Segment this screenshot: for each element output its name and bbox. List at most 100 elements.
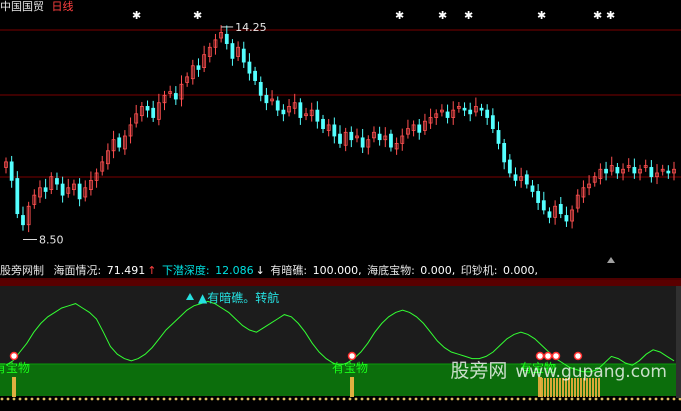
baseline-dot	[366, 397, 370, 401]
star-mark: ✱	[593, 9, 602, 22]
baseline-dot	[6, 397, 10, 401]
baseline-dot	[318, 397, 322, 401]
baseline-dot	[78, 397, 82, 401]
baseline-dot	[234, 397, 238, 401]
baseline-dot	[588, 397, 592, 401]
triangle-up-icon: ▲	[198, 291, 208, 305]
baseline-dot	[372, 397, 376, 401]
baseline-dot	[36, 397, 40, 401]
baseline-dot	[582, 397, 586, 401]
baseline-dot	[348, 397, 352, 401]
star-mark: ✱	[395, 9, 404, 22]
baseline-dot	[528, 397, 532, 401]
treasure-label: 有宝物	[0, 361, 30, 375]
baseline-dot	[126, 397, 130, 401]
indicator-label-0: 海面情况:	[53, 264, 102, 277]
baseline-dot	[342, 397, 346, 401]
indicator-value-3: 0.000,	[420, 264, 456, 277]
baseline-dot	[150, 397, 154, 401]
baseline-dot	[24, 397, 28, 401]
indicator-value-1: 12.086	[215, 264, 254, 277]
indicator-title: 股旁网制	[0, 264, 44, 277]
baseline-dot	[102, 397, 106, 401]
treasure-bar	[12, 377, 16, 397]
star-mark: ✱	[193, 9, 202, 22]
signal-text: 有暗礁。转航	[207, 291, 280, 305]
candle-body	[530, 185, 535, 192]
baseline-dot	[324, 397, 328, 401]
candle-body	[173, 93, 178, 100]
baseline-dot	[54, 397, 58, 401]
high-price-label: 14.25	[235, 21, 267, 34]
baseline-dot	[378, 397, 382, 401]
baseline-dot	[612, 397, 616, 401]
candle-body	[490, 115, 495, 130]
baseline-dot	[630, 397, 634, 401]
star-mark: ✱	[537, 9, 546, 22]
baseline-dot	[240, 397, 244, 401]
baseline-dot	[486, 397, 490, 401]
baseline-dot	[510, 397, 514, 401]
baseline-dot	[264, 397, 268, 401]
baseline-dot	[648, 397, 652, 401]
baseline-dot	[408, 397, 412, 401]
chart-stage: 14.25 8.50 ✱ ✱ ✱ ✱ ✱ ✱ ✱ ✱ 有宝物 有宝物 有宝物	[0, 0, 681, 407]
candle-body	[604, 168, 608, 174]
candle-body	[21, 215, 25, 226]
baseline-dot	[390, 397, 394, 401]
baseline-dot	[282, 397, 286, 401]
candle-body	[666, 170, 671, 174]
treasure-circle-icon	[347, 351, 357, 361]
baseline-dot	[504, 397, 508, 401]
candle-body	[649, 167, 654, 178]
baseline-dot	[144, 397, 148, 401]
candle-body	[513, 174, 518, 181]
signal-annotation: ▲有暗礁。转航	[198, 289, 279, 306]
candle-body	[564, 215, 569, 222]
candle-body	[151, 107, 156, 118]
baseline-dot	[564, 397, 568, 401]
baseline-dot	[426, 397, 430, 401]
candle-body	[15, 178, 20, 215]
baseline-dot	[72, 397, 76, 401]
baseline-dot	[492, 397, 496, 401]
baseline-dot	[192, 397, 196, 401]
baseline-dot	[258, 397, 262, 401]
candle-body	[281, 109, 286, 115]
baseline-dot	[270, 397, 274, 401]
baseline-dot	[360, 397, 364, 401]
candle-body	[247, 61, 252, 74]
indicator-arrow-1: ↓	[255, 264, 265, 277]
baseline-dot	[42, 397, 46, 401]
baseline-dot	[300, 397, 304, 401]
baseline-dot	[384, 397, 388, 401]
indicator-top-band	[0, 280, 681, 286]
baseline-dot	[576, 397, 580, 401]
baseline-dot	[168, 397, 172, 401]
baseline-dot	[444, 397, 448, 401]
kline-chart: 14.258.50✱ ✱ ✱ ✱ ✱ ✱ ✱ ✱有宝物 有宝物 有宝物	[0, 9, 681, 401]
candle-body	[541, 200, 546, 211]
baseline-dot	[660, 397, 664, 401]
indicator-label-2: 有暗礁:	[270, 264, 308, 277]
candle-body	[558, 203, 563, 215]
indicator-arrow-0: ↑	[147, 264, 157, 277]
baseline-dot	[288, 397, 292, 401]
period-label: 日线	[51, 0, 74, 13]
baseline-dot	[252, 397, 256, 401]
treasure-label: 有宝物	[332, 361, 368, 375]
baseline-dot	[534, 397, 538, 401]
baseline-dot	[672, 397, 676, 401]
baseline-dot	[198, 397, 202, 401]
baseline-dot	[216, 397, 220, 401]
indicator-value-0: 71.491	[106, 264, 146, 277]
baseline-dot	[432, 397, 436, 401]
candle-body	[315, 109, 320, 122]
baseline-dot	[48, 397, 52, 401]
candle-body	[275, 100, 280, 111]
treasure-bar	[350, 377, 354, 397]
baseline-dot	[120, 397, 124, 401]
candle-body	[360, 137, 365, 148]
baseline-dot	[618, 397, 622, 401]
baseline-dot	[18, 397, 22, 401]
